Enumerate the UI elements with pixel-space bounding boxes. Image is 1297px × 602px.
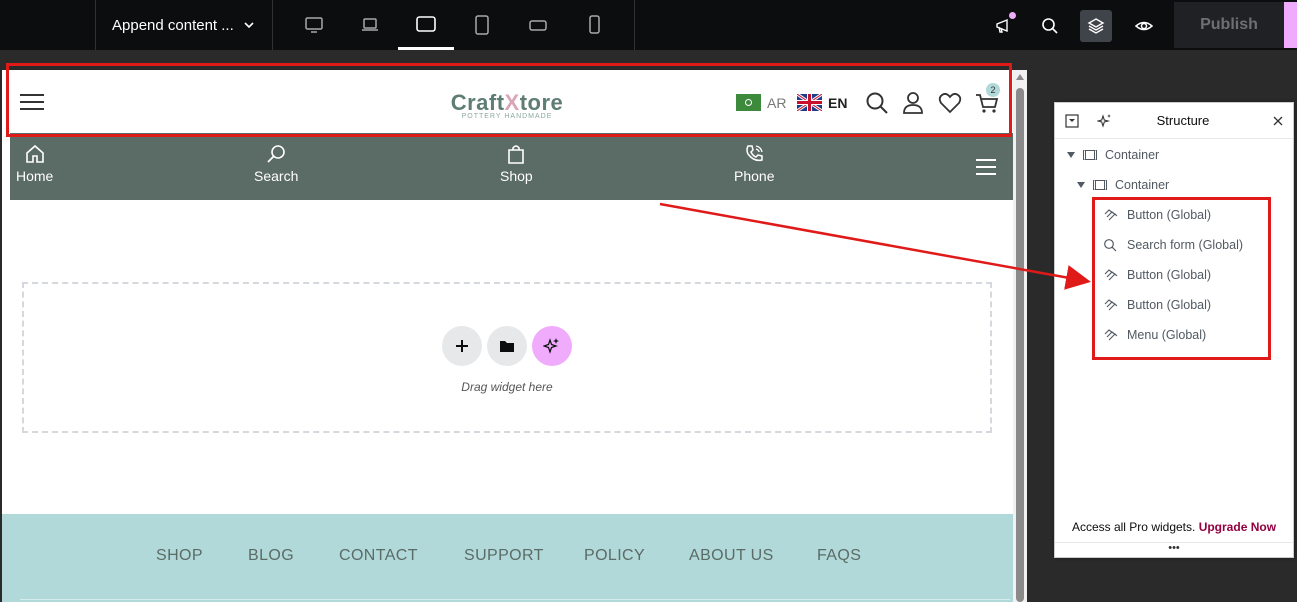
upgrade-now-link[interactable]: Upgrade Now <box>1199 520 1276 534</box>
tree-item-container[interactable]: Container <box>1067 148 1159 162</box>
footer-link-support[interactable]: SUPPORT <box>464 547 544 565</box>
caret-down-icon[interactable] <box>1077 182 1085 188</box>
editor-topbar: Append content ... Publish <box>0 0 1297 50</box>
nav-menu-icon[interactable] <box>976 159 996 175</box>
site-footer: SHOP BLOG CONTACT SUPPORT POLICY ABOUT U… <box>2 514 1013 602</box>
notification-dot <box>1009 12 1016 19</box>
device-tablet-landscape-button[interactable] <box>398 0 454 50</box>
tree-item-container[interactable]: Container <box>1077 178 1169 192</box>
highlight-box-navbar <box>6 63 1012 137</box>
nav-phone-button[interactable]: Phone <box>734 143 774 184</box>
close-icon[interactable] <box>1273 116 1283 126</box>
structure-button[interactable] <box>1080 10 1112 42</box>
structure-panel-title: Structure <box>1156 113 1210 128</box>
device-mobile-portrait-button[interactable] <box>566 0 622 50</box>
megaphone-icon <box>996 18 1008 33</box>
footer-link-shop[interactable]: SHOP <box>156 547 203 565</box>
container-icon <box>1083 150 1097 160</box>
ai-generate-button[interactable] <box>532 326 572 366</box>
document-title-dropdown[interactable]: Append content ... <box>95 0 273 50</box>
upgrade-promo: Access all Pro widgets. Upgrade Now <box>1071 520 1277 534</box>
container-icon <box>1093 180 1107 190</box>
structure-panel-header: Structure <box>1055 103 1293 139</box>
footer-link-policy[interactable]: POLICY <box>584 547 645 565</box>
folder-icon <box>500 341 514 352</box>
caret-down-icon[interactable] <box>1067 152 1075 158</box>
laptop-icon <box>362 18 378 31</box>
footer-link-about[interactable]: ABOUT US <box>689 547 774 565</box>
mobile-portrait-icon <box>589 15 600 34</box>
device-laptop-button[interactable] <box>342 0 398 50</box>
nav-shop-button[interactable]: Shop <box>500 143 533 184</box>
scrollbar-thumb[interactable] <box>1016 88 1024 602</box>
drag-widget-hint: Drag widget here <box>461 380 553 394</box>
tablet-landscape-icon <box>416 15 436 32</box>
plus-icon <box>456 340 468 352</box>
document-title: Append content ... <box>112 16 234 34</box>
device-mobile-landscape-button[interactable] <box>510 0 566 50</box>
finder-button[interactable] <box>1034 10 1066 42</box>
desktop-icon <box>305 17 323 33</box>
preview-canvas: CraftXtore POTTERY HANDMADE AR EN 2 Home… <box>2 70 1013 602</box>
panel-resize-handle[interactable]: ••• <box>1055 542 1293 558</box>
device-desktop-button[interactable] <box>286 0 342 50</box>
publish-button[interactable]: Publish <box>1174 2 1284 48</box>
highlight-box-tree <box>1092 197 1271 360</box>
tablet-portrait-icon <box>475 15 489 35</box>
nav-home-button[interactable]: Home <box>16 143 53 184</box>
scroll-up-arrow-icon[interactable] <box>1016 74 1024 80</box>
layers-icon <box>1087 18 1105 34</box>
canvas-scrollbar[interactable] <box>1013 70 1027 602</box>
phone-icon <box>746 145 763 162</box>
empty-container-dropzone[interactable]: Drag widget here <box>22 282 992 433</box>
nav-search-button[interactable]: Search <box>254 143 298 184</box>
footer-link-contact[interactable]: CONTACT <box>339 547 418 565</box>
footer-link-blog[interactable]: BLOG <box>248 547 294 565</box>
eye-icon <box>1134 21 1154 31</box>
add-element-button[interactable] <box>442 326 482 366</box>
sparkle-icon <box>543 338 559 354</box>
search-icon <box>267 145 285 163</box>
home-icon <box>25 144 44 163</box>
search-icon <box>1042 18 1058 34</box>
preview-button[interactable] <box>1128 10 1160 42</box>
mobile-landscape-icon <box>529 20 547 31</box>
dropdown-toggle-edge[interactable] <box>1284 2 1297 48</box>
shopping-bag-icon <box>508 145 525 164</box>
device-tablet-portrait-button[interactable] <box>454 0 510 50</box>
add-template-button[interactable] <box>487 326 527 366</box>
footer-divider <box>20 599 1010 600</box>
chevron-down-icon <box>244 22 254 29</box>
toolbar-divider <box>634 0 635 50</box>
whats-new-button[interactable] <box>988 10 1020 42</box>
bottom-nav-bar: Home Search Shop Phone <box>10 133 1013 200</box>
footer-link-faqs[interactable]: FAQS <box>817 547 861 565</box>
